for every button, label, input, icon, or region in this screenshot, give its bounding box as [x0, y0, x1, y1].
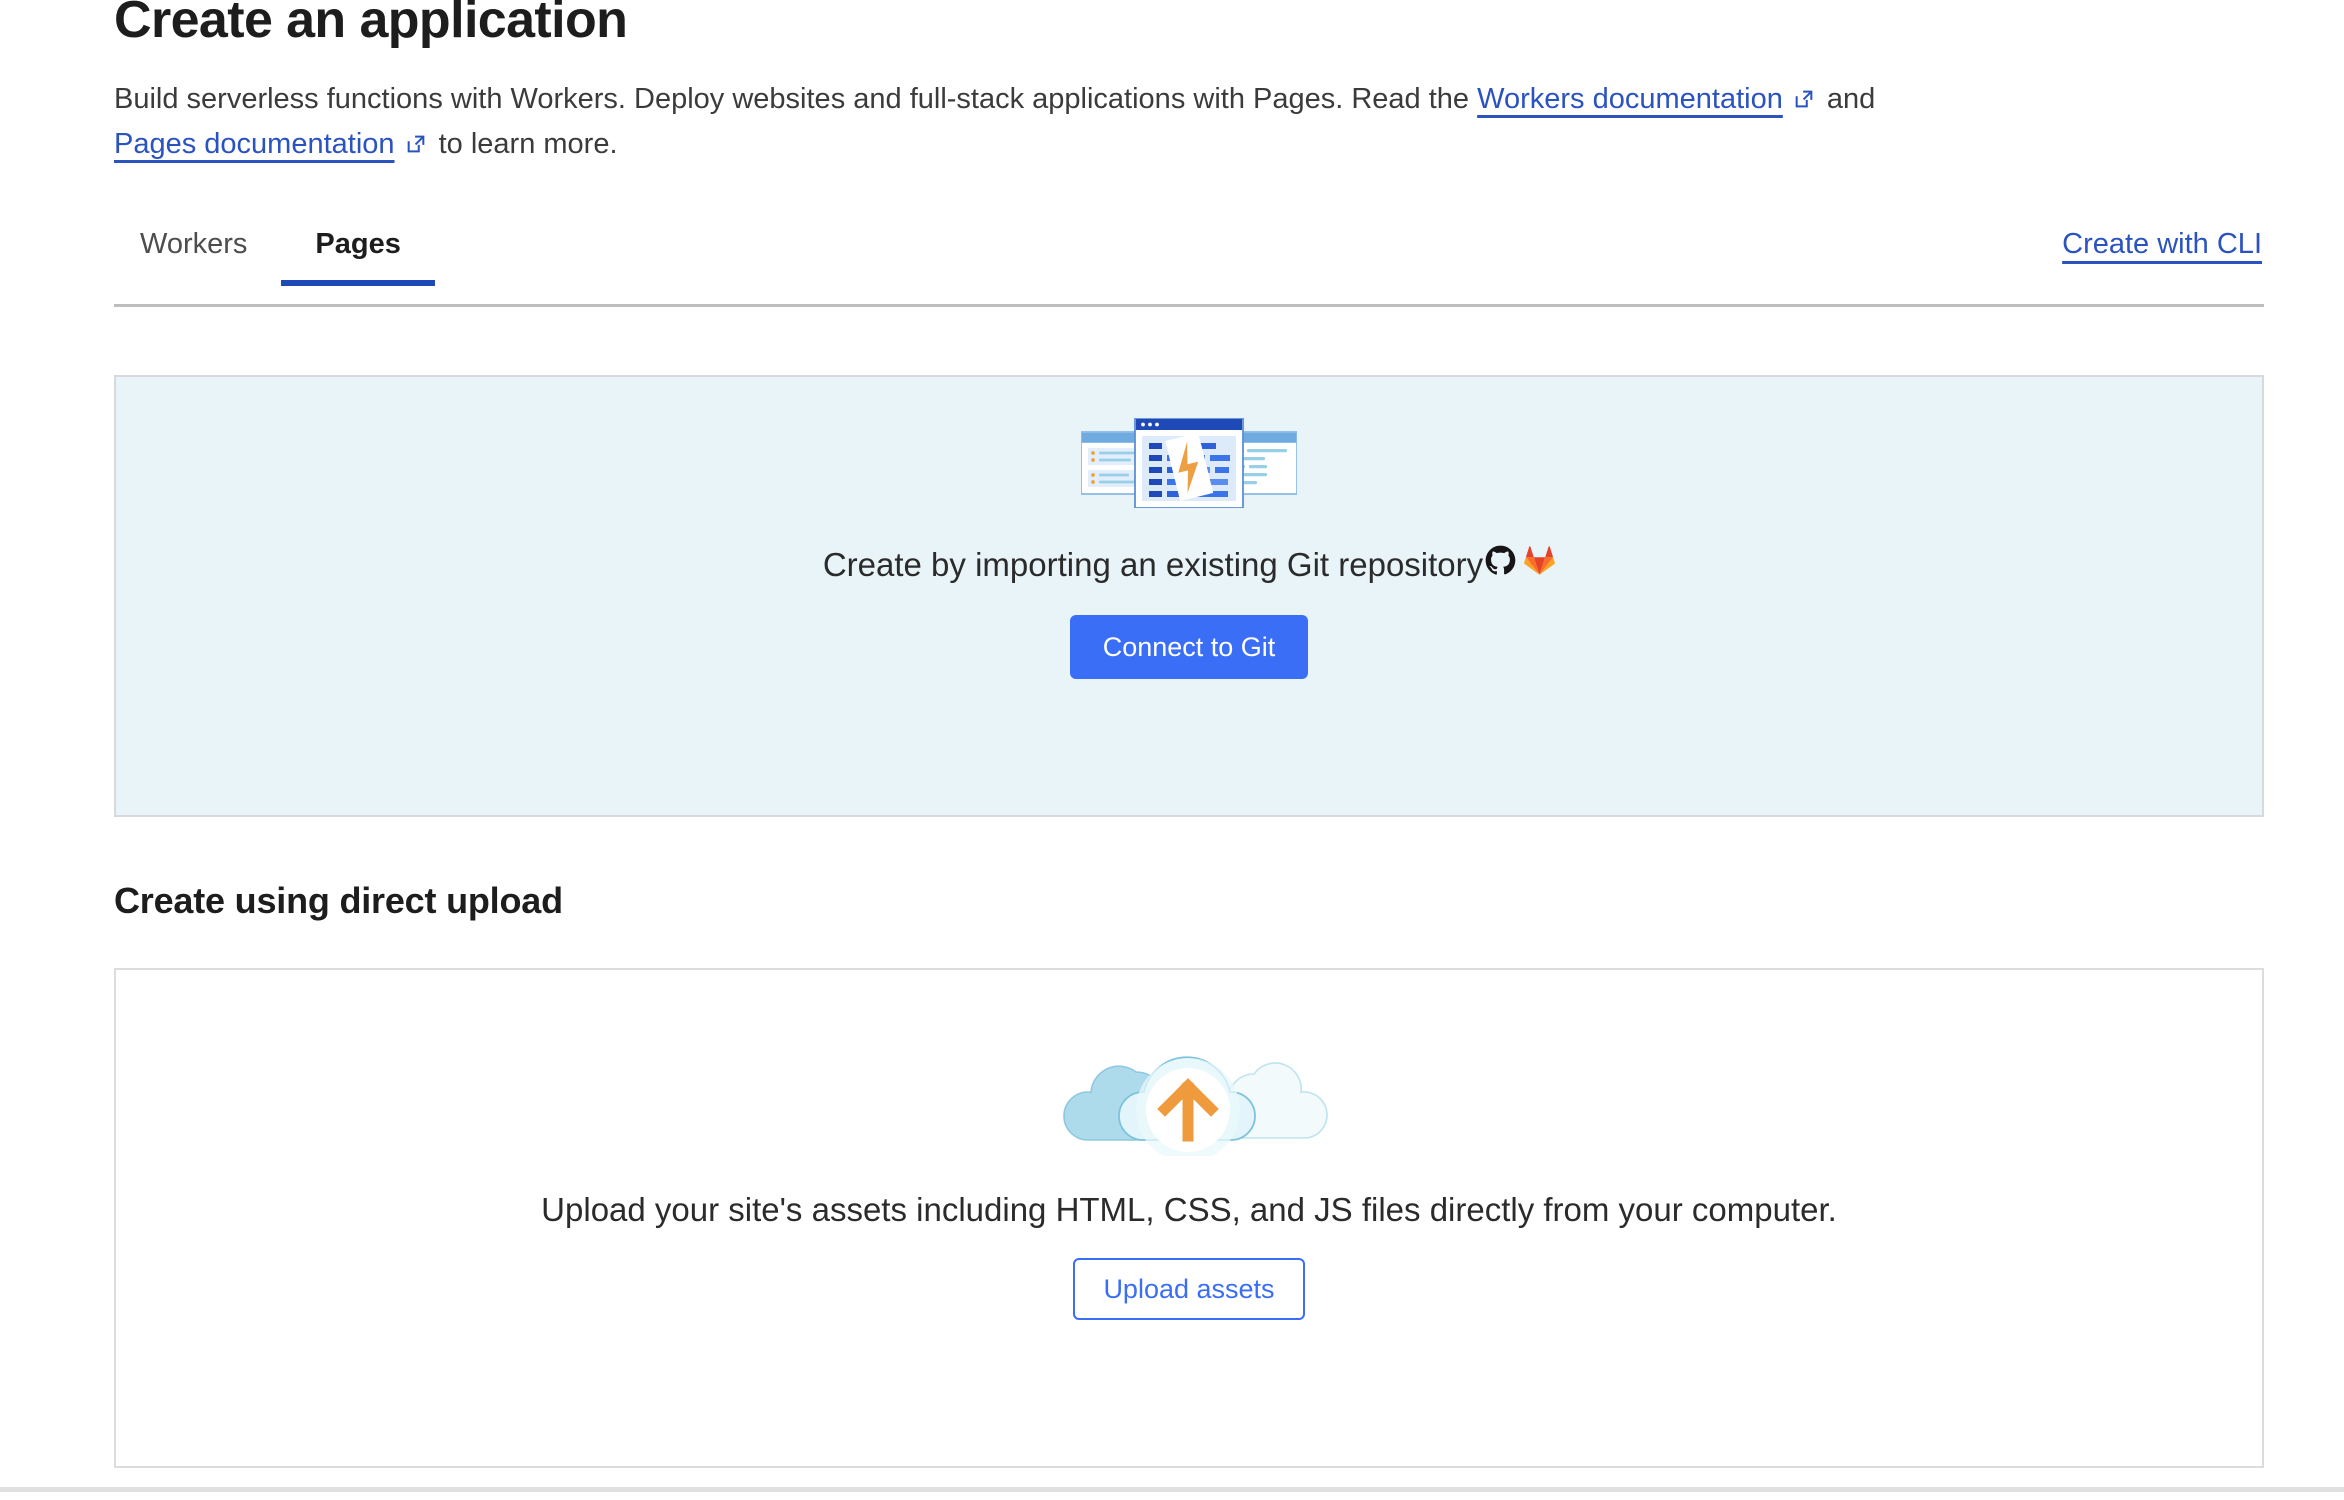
git-caption-text: Create by importing an existing Git repo… [823, 546, 1483, 584]
create-with-cli-link[interactable]: Create with CLI [2062, 228, 2262, 283]
workers-documentation-link[interactable]: Workers documentation [1477, 83, 1783, 115]
page-title: Create an application [114, 0, 2274, 53]
page-description: Build serverless functions with Workers.… [114, 77, 2174, 167]
direct-upload-panel: Upload your site's assets including HTML… [114, 968, 2264, 1468]
external-link-icon [1793, 79, 1815, 101]
upload-caption: Upload your site's assets including HTML… [541, 1191, 1837, 1229]
github-icon [1485, 545, 1516, 584]
cloud-upload-illustration [1046, 1016, 1332, 1161]
description-text-part1: Build serverless functions with Workers.… [114, 83, 1477, 115]
page-header: Create an application Build serverless f… [114, 0, 2274, 167]
external-link-icon-2 [405, 124, 427, 146]
tab-pages[interactable]: Pages [281, 228, 434, 283]
tab-bar: Workers Pages Create with CLI [114, 228, 2264, 283]
description-text-part3: to learn more. [431, 128, 618, 160]
description-text-part2: and [1819, 83, 1875, 115]
git-caption: Create by importing an existing Git repo… [823, 545, 1555, 584]
tab-divider [114, 304, 2264, 307]
pages-documentation-link[interactable]: Pages documentation [114, 128, 395, 160]
git-import-panel: Create by importing an existing Git repo… [114, 375, 2264, 817]
browser-windows-lightning-illustration [1081, 418, 1297, 513]
create-application-page: Create an application Build serverless f… [0, 0, 2344, 1500]
connect-to-git-button[interactable]: Connect to Git [1070, 615, 1309, 679]
tab-list: Workers Pages [114, 228, 435, 283]
direct-upload-section-title: Create using direct upload [114, 880, 563, 922]
page-bottom-divider [0, 1487, 2344, 1492]
tab-workers[interactable]: Workers [114, 228, 281, 283]
gitlab-icon [1524, 545, 1555, 584]
upload-assets-button[interactable]: Upload assets [1073, 1258, 1304, 1320]
git-provider-icons [1485, 545, 1555, 584]
